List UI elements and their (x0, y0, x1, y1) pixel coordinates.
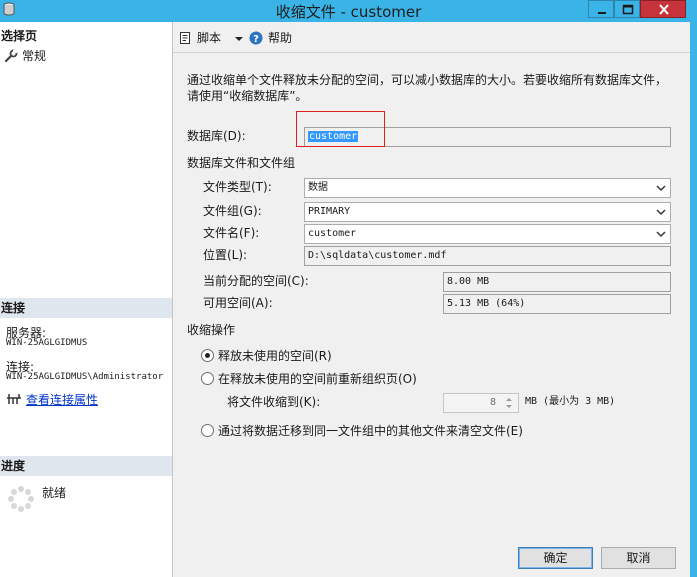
maximize-icon (622, 4, 634, 15)
file-type-select[interactable]: 数据 (304, 178, 671, 198)
stepper-arrows-icon (506, 398, 512, 408)
shrink-to-suffix: MB (最小为 3 MB) (525, 396, 616, 407)
connection-header: 连接 (0, 298, 172, 318)
available-space-value: 5.13 MB (64%) (447, 298, 526, 309)
location-label: 位置(L): (203, 248, 248, 262)
window-border (690, 22, 697, 577)
dialog-window: 收缩文件 - customer 选择页 常规 连接 服务器: WIN-25AGL… (0, 0, 697, 577)
connection-value: WIN-25AGLGIDMUS\Administrator (6, 372, 164, 382)
select-page-header: 选择页 (0, 26, 172, 46)
location-field[interactable]: D:\sqldata\customer.mdf (304, 246, 671, 266)
reorganize-radio[interactable] (201, 372, 214, 385)
cancel-button[interactable]: 取消 (601, 547, 676, 569)
page-item-label: 常规 (22, 49, 47, 63)
shrink-to-value: 8 (489, 397, 496, 408)
available-space-label: 可用空间(A): (203, 296, 273, 310)
file-type-value: 数据 (308, 182, 328, 193)
chevron-down-icon (656, 209, 666, 216)
toolbar-divider (173, 52, 690, 53)
filename-label: 文件名(F): (203, 226, 260, 240)
description-text: 通过收缩单个文件释放未分配的空间，可以减小数据库的大小。若要收缩所有数据库文件，… (187, 73, 668, 103)
available-space-field[interactable]: 5.13 MB (64%) (443, 294, 671, 314)
progress-header: 进度 (0, 456, 172, 476)
shrink-to-label: 将文件收缩到(K): (227, 395, 321, 409)
shrink-action-header: 收缩操作 (187, 323, 236, 337)
filegroup-select[interactable]: PRIMARY (304, 202, 671, 222)
spinner-icon (8, 486, 34, 512)
release-unused-label[interactable]: 释放未使用的空间(R) (218, 348, 332, 364)
dialog-body: 选择页 常规 连接 服务器: WIN-25AGLGIDMUS 连接: WIN-2… (0, 22, 690, 577)
location-value: D:\sqldata\customer.mdf (308, 250, 447, 261)
filegroup-label: 文件组(G): (203, 204, 262, 218)
toolbar: 脚本 ? 帮助 (173, 22, 690, 50)
close-button[interactable] (640, 0, 686, 18)
allocated-space-label: 当前分配的空间(C): (203, 274, 309, 288)
progress-area: 就绪 (6, 484, 66, 517)
filename-select[interactable]: customer (304, 224, 671, 244)
button-bar: 确定 取消 (173, 542, 690, 577)
wrench-icon (4, 49, 18, 63)
left-pane: 选择页 常规 连接 服务器: WIN-25AGLGIDMUS 连接: WIN-2… (0, 22, 173, 577)
script-label: 脚本 (197, 31, 222, 45)
release-unused-radio[interactable] (201, 349, 214, 362)
connection-properties-icon (7, 394, 21, 404)
empty-file-radio[interactable] (201, 424, 214, 437)
minimize-button[interactable] (588, 0, 614, 18)
right-pane: 脚本 ? 帮助 通过收缩单个文件释放未分配的空间，可以减小数据库的大小。若要收缩… (173, 22, 690, 542)
title-bar[interactable]: 收缩文件 - customer (0, 0, 697, 22)
ok-button[interactable]: 确定 (518, 547, 593, 569)
close-icon (659, 4, 669, 15)
empty-file-label[interactable]: 通过将数据迁移到同一文件组中的其他文件来清空文件(E) (218, 423, 523, 439)
chevron-down-icon (656, 185, 666, 192)
minimize-icon (598, 12, 606, 14)
help-label: 帮助 (268, 31, 293, 45)
chevron-down-icon (656, 231, 666, 238)
progress-status: 就绪 (42, 486, 67, 500)
highlight-box (296, 111, 385, 147)
svg-text:?: ? (253, 34, 259, 45)
files-group-header: 数据库文件和文件组 (187, 156, 296, 170)
filename-value: customer (308, 228, 357, 239)
shrink-to-stepper[interactable]: 8 (443, 393, 519, 413)
chevron-down-icon (235, 37, 243, 41)
help-icon: ? (249, 31, 263, 45)
maximize-button[interactable] (614, 0, 640, 18)
allocated-space-value: 8.00 MB (447, 276, 490, 287)
script-icon (180, 32, 190, 44)
view-connection-properties-label: 查看连接属性 (26, 393, 99, 407)
file-type-label: 文件类型(T): (203, 180, 272, 194)
server-value: WIN-25AGLGIDMUS (6, 338, 88, 348)
allocated-space-field[interactable]: 8.00 MB (443, 272, 671, 292)
database-label: 数据库(D): (187, 129, 246, 143)
filegroup-value: PRIMARY (308, 206, 351, 217)
reorganize-label[interactable]: 在释放未使用的空间前重新组织页(O) (218, 371, 417, 387)
